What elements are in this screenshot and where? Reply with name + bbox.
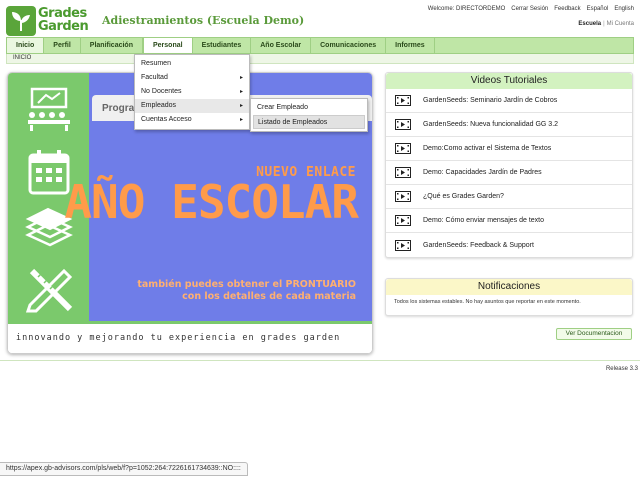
videos-panel: Videos Tutoriales GardenSeeds: Seminario… xyxy=(385,72,633,258)
video-item[interactable]: Demo: Cómo enviar mensajes de texto xyxy=(386,209,632,233)
banner-subline-1: también puedes obtener el PRONTUARIO xyxy=(137,279,356,290)
tab-perfil[interactable]: Perfil xyxy=(44,38,81,53)
menu-item-no-docentes[interactable]: No Docentes ▸ xyxy=(135,85,249,99)
tab-informes[interactable]: Informes xyxy=(386,38,435,53)
video-item[interactable]: Demo: Capacidades Jardín de Padres xyxy=(386,161,632,185)
film-icon xyxy=(395,191,411,202)
caret-right-icon: ▸ xyxy=(239,103,243,109)
submenu-listado-empleados[interactable]: Listado de Empleados xyxy=(253,115,365,129)
banner-footer: innovando y mejorando tu experiencia en … xyxy=(8,321,372,353)
menu-item-cuentas-acceso[interactable]: Cuentas Acceso ▸ xyxy=(135,113,249,127)
video-title: GardenSeeds: Nueva funcionalidad GG 3.2 xyxy=(423,121,559,128)
video-item[interactable]: GardenSeeds: Feedback & Support xyxy=(386,233,632,257)
tab-planificacion[interactable]: Planificación xyxy=(81,38,143,53)
video-title: Demo: Capacidades Jardín de Padres xyxy=(423,169,542,176)
menu-item-label: No Docentes xyxy=(141,88,182,95)
menu-item-label: Cuentas Acceso xyxy=(141,116,192,123)
caret-right-icon: ▸ xyxy=(239,117,243,123)
banner-subline-2: con los detalles de cada materia xyxy=(182,291,356,302)
banner-footer-stripe xyxy=(8,321,372,324)
submenu-crear-empleado[interactable]: Crear Empleado xyxy=(253,101,365,115)
menu-item-facultad[interactable]: Facultad ▸ xyxy=(135,71,249,85)
banner-browser-tab: Progra xyxy=(102,103,135,114)
lang-en-link[interactable]: English xyxy=(614,6,634,12)
video-title: Demo: Cómo enviar mensajes de texto xyxy=(423,217,544,224)
video-item[interactable]: GardenSeeds: Seminario Jardín de Cobros xyxy=(386,89,632,113)
video-title: ¿Qué es Grades Garden? xyxy=(423,193,504,200)
personal-dropdown: Resumen Facultad ▸ No Docentes ▸ Empleados… xyxy=(134,54,250,130)
film-icon xyxy=(395,215,411,226)
film-icon xyxy=(395,143,411,154)
brand-name: Grades Garden xyxy=(38,7,89,34)
menu-item-label: Resumen xyxy=(141,60,171,67)
tab-ano-escolar[interactable]: Año Escolar xyxy=(251,38,312,53)
lang-es-link[interactable]: Español xyxy=(587,6,609,12)
pencil-ruler-icon xyxy=(25,268,73,313)
tab-comunicaciones[interactable]: Comunicaciones xyxy=(311,38,387,53)
view-docs-button[interactable]: Ver Documentacion xyxy=(556,328,632,340)
video-title: Demo:Como activar el Sistema de Textos xyxy=(423,145,552,152)
sprout-icon xyxy=(6,6,36,36)
welcome-text: Welcome: DIRECTORDEMO xyxy=(427,6,506,12)
status-url-bar: https://apex.gb-advisors.com/pls/web/f?p… xyxy=(0,462,248,476)
videos-title: Videos Tutoriales xyxy=(386,73,632,89)
film-icon xyxy=(395,167,411,178)
banner-headline: AÑO ESCOLAR xyxy=(64,175,359,229)
menu-item-resumen[interactable]: Resumen xyxy=(135,57,249,71)
video-item[interactable]: GardenSeeds: Nueva funcionalidad GG 3.2 xyxy=(386,113,632,137)
empleados-submenu: Crear Empleado Listado de Empleados xyxy=(250,98,368,132)
tab-estudiantes[interactable]: Estudiantes xyxy=(193,38,252,53)
film-icon xyxy=(395,119,411,130)
grades-garden-logo[interactable]: Grades Garden xyxy=(6,6,96,36)
video-title: GardenSeeds: Feedback & Support xyxy=(423,241,534,249)
main-nav: Inicio Perfil Planificación Personal Est… xyxy=(6,37,634,54)
mi-cuenta-link[interactable]: Mi Cuenta xyxy=(607,21,634,27)
breadcrumb: INICIO xyxy=(6,54,634,64)
banner-footer-text: innovando y mejorando tu experiencia en … xyxy=(16,333,341,343)
separator: | xyxy=(603,21,605,27)
context-links: Escuela | Mi Cuenta xyxy=(578,21,634,27)
app-title: Adiestramientos (Escuela Demo) xyxy=(102,14,305,27)
caret-right-icon: ▸ xyxy=(239,89,243,95)
film-icon xyxy=(395,239,411,251)
menu-item-label: Facultad xyxy=(141,74,168,81)
notifications-title: Notificaciones xyxy=(386,279,632,295)
top-links: Welcome: DIRECTORDEMO Cerrar Sesión Feed… xyxy=(428,6,634,12)
menu-item-empleados[interactable]: Empleados ▸ xyxy=(135,99,249,113)
tab-inicio[interactable]: Inicio xyxy=(7,38,45,53)
brand-line2: Garden xyxy=(38,19,89,34)
classroom-icon xyxy=(28,87,70,131)
escuela-link[interactable]: Escuela xyxy=(578,21,601,27)
caret-right-icon: ▸ xyxy=(239,75,243,81)
footer-divider xyxy=(0,360,640,361)
release-label: Release 3.3 xyxy=(605,366,638,372)
video-item[interactable]: Demo:Como activar el Sistema de Textos xyxy=(386,137,632,161)
notifications-text: Todos los sistemas estables. No hay asun… xyxy=(394,299,581,305)
feedback-link[interactable]: Feedback xyxy=(554,6,580,12)
video-title: GardenSeeds: Seminario Jardín de Cobros xyxy=(423,97,558,104)
logout-link[interactable]: Cerrar Sesión xyxy=(511,6,548,12)
film-icon xyxy=(395,95,411,106)
menu-item-label: Empleados xyxy=(141,102,177,109)
notifications-panel: Notificaciones Todos los sistemas establ… xyxy=(385,278,633,316)
video-item[interactable]: ¿Qué es Grades Garden? xyxy=(386,185,632,209)
tab-personal[interactable]: Personal xyxy=(142,38,193,53)
